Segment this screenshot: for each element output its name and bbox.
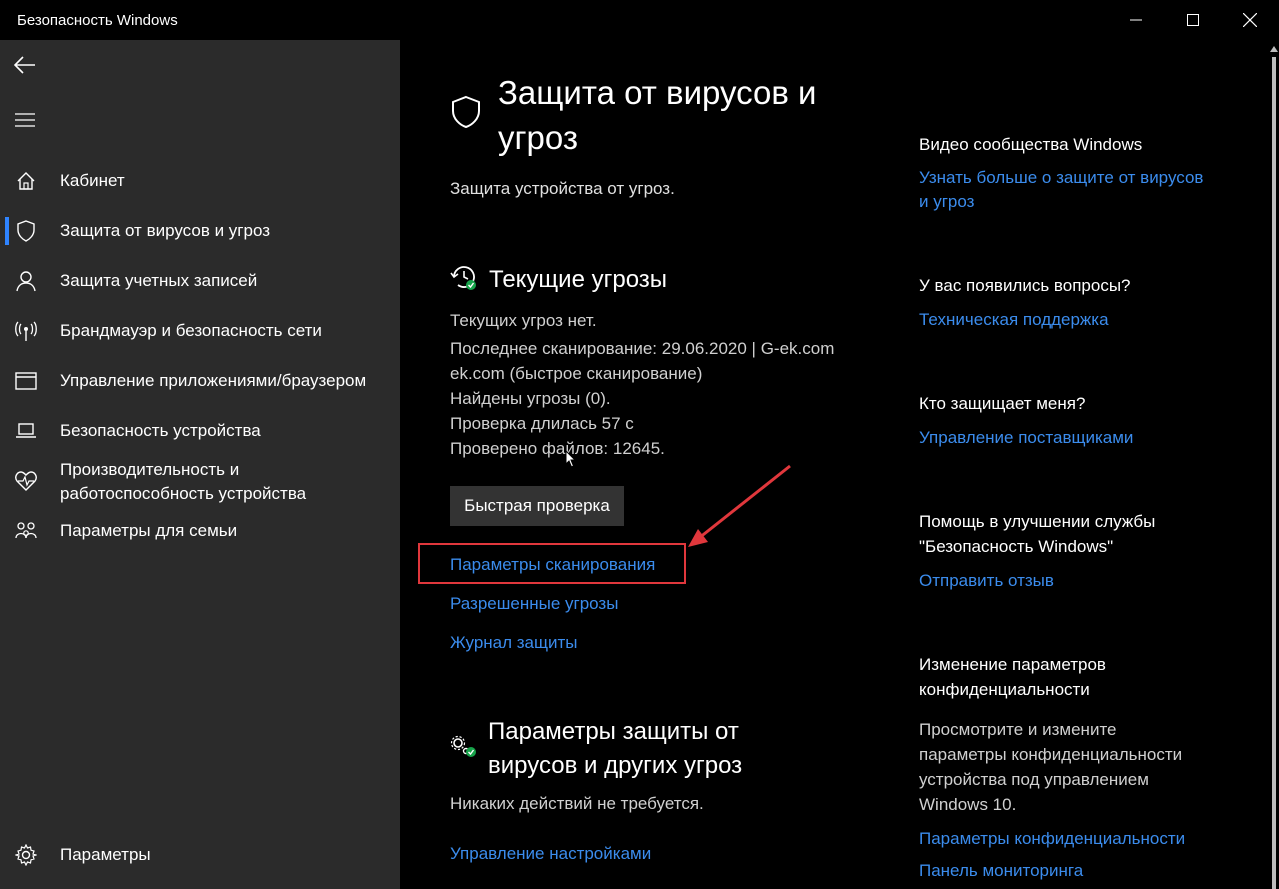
annotation-arrow-icon — [688, 464, 791, 547]
learn-more-link-line2[interactable]: и угроз — [919, 190, 974, 214]
sidebar-item-device-security[interactable]: Безопасность устройства — [0, 411, 400, 451]
active-indicator — [5, 217, 9, 245]
family-icon — [14, 519, 38, 543]
heart-pulse-icon — [14, 469, 38, 493]
tech-support-link[interactable]: Техническая поддержка — [919, 308, 1109, 332]
sidebar-item-app-browser-control[interactable]: Управление приложениями/браузером — [0, 361, 400, 401]
gear-icon — [14, 843, 38, 867]
sidebar-item-label-line2: работоспособность устройства — [60, 484, 307, 503]
scroll-up-icon[interactable] — [1269, 44, 1279, 54]
hamburger-icon — [15, 113, 35, 127]
mouse-cursor-icon — [565, 449, 577, 473]
page-title-line2: угроз — [498, 119, 579, 156]
sidebar-item-label: Брандмауэр и безопасность сети — [60, 321, 322, 340]
home-icon — [14, 169, 38, 193]
improve-heading-line2: "Безопасность Windows" — [919, 537, 1114, 556]
sidebar-item-firewall[interactable]: Брандмауэр и безопасность сети — [0, 311, 400, 351]
improve-heading-line1: Помощь в улучшении службы — [919, 512, 1156, 531]
shield-icon — [14, 219, 38, 243]
browser-window-icon — [14, 369, 38, 393]
threats-heading: Текущие угрозы — [489, 266, 668, 293]
window-title: Безопасность Windows — [17, 12, 178, 29]
sidebar-item-label-line1: Производительность и — [60, 460, 240, 479]
privacy-text-line1: Просмотрите и измените — [919, 720, 1117, 739]
hamburger-menu-button[interactable] — [10, 105, 40, 135]
quick-scan-button[interactable]: Быстрая проверка — [450, 486, 624, 526]
last-scan-text: Последнее сканирование: 29.06.2020 | G-e… — [450, 339, 835, 358]
privacy-text-line3: устройства под управлением — [919, 770, 1149, 789]
sidebar-item-device-performance[interactable]: Производительность и работоспособность у… — [0, 454, 400, 508]
privacy-text-line2: параметры конфиденциальности — [919, 745, 1183, 764]
sidebar-item-virus-protection[interactable]: Защита от вирусов и угроз — [0, 211, 400, 251]
sidebar: Кабинет Защита от вирусов и угроз Защита… — [0, 40, 400, 889]
manage-providers-link[interactable]: Управление поставщиками — [919, 426, 1133, 450]
protection-settings-heading-line1: Параметры защиты от — [488, 718, 739, 745]
scan-type-text: ek.com (быстрое сканирование) — [450, 364, 703, 383]
antenna-icon — [14, 319, 38, 343]
privacy-dashboard-link[interactable]: Панель мониторинга — [919, 859, 1083, 883]
vertical-scrollbar[interactable] — [1272, 57, 1276, 889]
files-scanned-text: Проверено файлов: 12645. — [450, 439, 665, 458]
sidebar-item-label: Кабинет — [60, 171, 125, 190]
protection-settings-heading-line2: вирусов и других угроз — [488, 752, 743, 779]
title-bar: Безопасность Windows — [0, 0, 1279, 40]
minimize-icon — [1130, 19, 1142, 21]
sidebar-item-label: Безопасность устройства — [60, 421, 261, 440]
privacy-text-line4: Windows 10. — [919, 795, 1017, 814]
maximize-icon — [1187, 14, 1199, 26]
threats-history-icon — [450, 264, 478, 297]
settings-gears-icon — [450, 735, 478, 764]
close-icon — [1243, 13, 1257, 27]
privacy-settings-link[interactable]: Параметры конфиденциальности — [919, 827, 1185, 851]
laptop-icon — [14, 419, 38, 443]
sidebar-item-home[interactable]: Кабинет — [0, 161, 400, 201]
maximize-button[interactable] — [1170, 0, 1216, 40]
protection-history-link[interactable]: Журнал защиты — [450, 631, 578, 655]
back-button[interactable] — [10, 50, 40, 80]
privacy-heading-line2: конфиденциальности — [919, 680, 1090, 699]
privacy-heading-line1: Изменение параметров — [919, 655, 1106, 674]
sidebar-item-label: Параметры — [60, 845, 151, 864]
sidebar-item-label: Защита от вирусов и угроз — [60, 221, 271, 240]
questions-heading: У вас появились вопросы? — [919, 276, 1131, 295]
threats-found-text: Найдены угрозы (0). — [450, 389, 611, 408]
threats-status: Текущих угроз нет. — [450, 311, 597, 330]
person-icon — [14, 269, 38, 293]
scan-options-link[interactable]: Параметры сканирования — [450, 553, 655, 577]
sidebar-item-settings[interactable]: Параметры — [0, 835, 400, 875]
minimize-button[interactable] — [1113, 0, 1159, 40]
close-button[interactable] — [1227, 0, 1273, 40]
page-title-line1: Защита от вирусов и — [498, 74, 817, 111]
sidebar-item-label: Параметры для семьи — [60, 521, 238, 540]
manage-settings-link[interactable]: Управление настройками — [450, 842, 651, 866]
community-video-heading: Видео сообщества Windows — [919, 135, 1143, 154]
scan-duration-text: Проверка длилась 57 с — [450, 414, 634, 433]
sidebar-item-account-protection[interactable]: Защита учетных записей — [0, 261, 400, 301]
page-subtitle: Защита устройства от угроз. — [450, 179, 675, 198]
who-protects-heading: Кто защищает меня? — [919, 394, 1086, 413]
sidebar-item-family-options[interactable]: Параметры для семьи — [0, 511, 400, 551]
protection-settings-status: Никаких действий не требуется. — [450, 794, 704, 813]
page-shield-icon — [450, 95, 482, 134]
send-feedback-link[interactable]: Отправить отзыв — [919, 569, 1054, 593]
learn-more-link-line1[interactable]: Узнать больше о защите от вирусов — [919, 166, 1203, 190]
sidebar-item-label: Защита учетных записей — [60, 271, 258, 290]
allowed-threats-link[interactable]: Разрешенные угрозы — [450, 592, 618, 616]
sidebar-item-label: Управление приложениями/браузером — [60, 371, 367, 390]
back-arrow-icon — [14, 56, 35, 74]
